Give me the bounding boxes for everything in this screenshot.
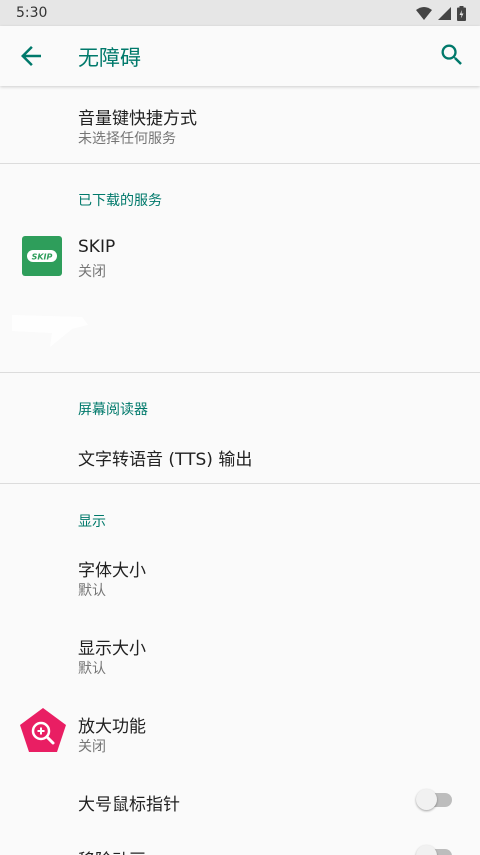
large-pointer-title: 大号鼠标指针: [78, 795, 180, 815]
wifi-icon: [416, 6, 432, 20]
screen-reader-header: 屏幕阅读器: [78, 402, 148, 418]
magnification-summary: 关闭: [78, 739, 106, 755]
magnification-title: 放大功能: [78, 717, 146, 737]
status-icons: [416, 5, 466, 21]
skip-summary: 关闭: [78, 264, 106, 280]
back-button[interactable]: [16, 41, 46, 71]
tts-output-title: 文字转语音 (TTS) 输出: [78, 450, 253, 470]
skip-app-icon: SKIP: [22, 236, 62, 276]
volume-shortcut-title: 音量键快捷方式: [78, 109, 197, 129]
page-title: 无障碍: [78, 46, 141, 70]
divider: [0, 163, 480, 164]
app-bar: 无障碍: [0, 26, 480, 86]
downloaded-services-header: 已下载的服务: [78, 193, 162, 209]
large-pointer-switch[interactable]: [416, 789, 452, 810]
remove-animations-title: 移除动画: [78, 846, 146, 855]
skip-icon-text: SKIP: [32, 253, 53, 262]
volume-shortcut-summary: 未选择任何服务: [78, 131, 176, 147]
tts-output-item[interactable]: 文字转语音 (TTS) 输出: [0, 426, 480, 482]
font-size-item[interactable]: 字体大小 默认: [0, 538, 480, 616]
font-size-title: 字体大小: [78, 561, 146, 581]
display-size-item[interactable]: 显示大小 默认: [0, 616, 480, 694]
switch-knob: [416, 845, 437, 855]
divider: [0, 372, 480, 373]
display-size-summary: 默认: [78, 661, 106, 677]
arrow-back-icon: [21, 46, 41, 66]
display-header: 显示: [78, 514, 106, 530]
search-icon: [441, 44, 462, 65]
magnify-icon: [20, 708, 66, 752]
large-pointer-item[interactable]: 大号鼠标指针: [0, 772, 480, 828]
switch-knob: [416, 789, 437, 810]
remove-animations-item[interactable]: 移除动画: [0, 828, 480, 855]
search-button[interactable]: [438, 41, 468, 71]
volume-shortcut-item[interactable]: 音量键快捷方式 未选择任何服务: [0, 86, 480, 163]
settings-list: 音量键快捷方式 未选择任何服务 已下载的服务 SKIP SKIP 关闭 屏幕阅读…: [0, 86, 480, 855]
display-size-title: 显示大小: [78, 639, 146, 659]
remove-animations-switch[interactable]: [416, 845, 452, 855]
drag-shadow-graphic: [12, 315, 88, 347]
signal-icon: [438, 6, 451, 20]
magnification-item[interactable]: 放大功能 关闭: [0, 694, 480, 772]
divider: [0, 483, 480, 484]
font-size-summary: 默认: [78, 583, 106, 599]
status-time: 5:30: [16, 5, 48, 21]
status-bar: 5:30: [0, 0, 480, 26]
skip-title: SKIP: [78, 237, 116, 257]
skip-service-item[interactable]: SKIP SKIP 关闭: [0, 216, 480, 296]
battery-icon: [457, 5, 466, 21]
